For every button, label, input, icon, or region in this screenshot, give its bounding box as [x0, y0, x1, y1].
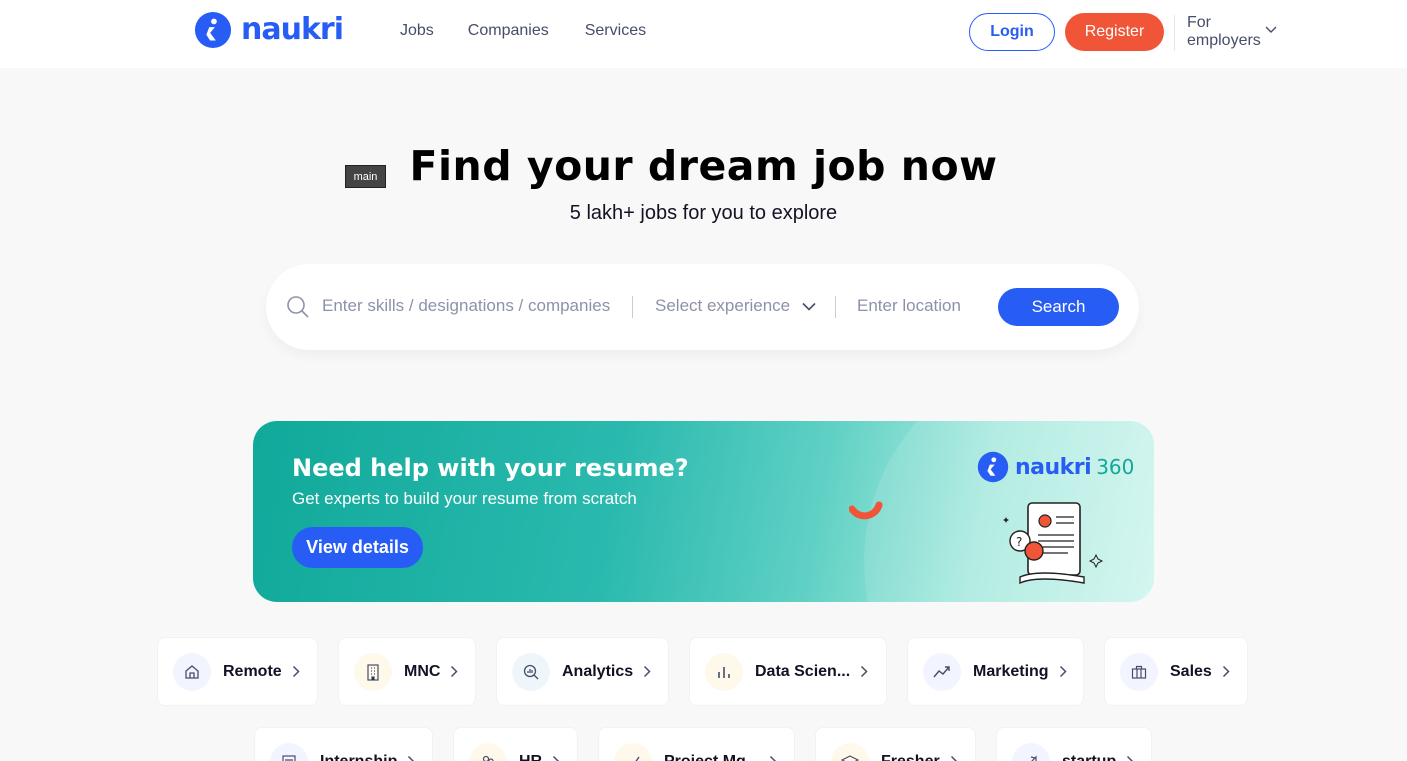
chevron-down-icon[interactable] [1265, 26, 1277, 34]
chip-label: Marketing [973, 662, 1049, 680]
trend-up-icon [923, 652, 961, 691]
svg-text:?: ? [1016, 535, 1022, 549]
naukri-logo-icon [194, 11, 232, 49]
naukri360-logo: naukri 360 [977, 451, 1134, 483]
document-icon [270, 742, 308, 761]
chip-label: Sales [1170, 662, 1212, 680]
category-chip-project-management[interactable]: Project Mg... [598, 727, 795, 761]
chip-label: Data Scien... [755, 662, 851, 680]
nav-jobs[interactable]: Jobs [400, 21, 434, 41]
banner-title: Need help with your resume? [292, 454, 689, 482]
check-icon [614, 742, 652, 761]
chevron-right-icon [292, 665, 300, 678]
logo-text: naukri [241, 12, 344, 47]
nav-services[interactable]: Services [585, 21, 646, 41]
page-subtitle: 5 lakh+ jobs for you to explore [569, 202, 838, 224]
experience-select[interactable]: Select experience [655, 296, 790, 316]
category-chip-fresher[interactable]: Fresher [815, 727, 976, 761]
category-chip-hr[interactable]: HR [453, 727, 578, 761]
search-icon [287, 296, 309, 318]
search-divider [835, 296, 836, 318]
view-details-button[interactable]: View details [292, 527, 423, 568]
naukri360-text: naukri [1015, 454, 1092, 480]
chip-label: Analytics [562, 662, 634, 680]
chevron-right-icon [408, 755, 415, 761]
category-chip-internship[interactable]: Internship [254, 727, 433, 761]
skills-search-input[interactable] [322, 294, 622, 318]
chevron-down-icon[interactable] [802, 302, 816, 311]
analytics-icon [512, 652, 550, 691]
register-button[interactable]: Register [1065, 13, 1164, 51]
search-divider [632, 296, 633, 318]
naukri-logo[interactable]: naukri [193, 11, 344, 49]
category-chip-sales[interactable]: Sales [1104, 637, 1248, 706]
for-employers-menu[interactable]: For employers [1187, 14, 1261, 50]
header-divider [1174, 15, 1175, 51]
naukri360-number: 360 [1096, 455, 1135, 479]
rocket-icon [1012, 742, 1050, 761]
main-nav: Jobs Companies Services [400, 21, 646, 41]
people-icon [469, 742, 507, 761]
category-chip-startup[interactable]: startup [996, 727, 1152, 761]
category-chip-marketing[interactable]: Marketing [907, 637, 1084, 706]
login-button[interactable]: Login [969, 13, 1055, 51]
chip-label: Project Mg... [664, 752, 760, 761]
bar-chart-icon [705, 652, 743, 691]
banner-subtitle: Get experts to build your resume from sc… [292, 489, 637, 508]
chevron-right-icon [1059, 665, 1067, 678]
chip-label: HR [519, 752, 543, 761]
category-chip-analytics[interactable]: Analytics [496, 637, 669, 706]
chevron-right-icon [861, 665, 868, 678]
chevron-right-icon [1127, 755, 1134, 761]
loading-arc-icon [849, 501, 883, 520]
naukri-logo-icon [977, 451, 1009, 483]
graduation-icon [831, 742, 869, 761]
page-title: Find your dream job now [409, 142, 998, 190]
chip-label: startup [1062, 752, 1117, 761]
chevron-right-icon [950, 755, 957, 761]
category-chip-mnc[interactable]: MNC [338, 637, 476, 706]
chevron-right-icon [451, 665, 458, 678]
search-button[interactable]: Search [998, 288, 1119, 326]
nav-companies[interactable]: Companies [468, 21, 549, 41]
category-chip-remote[interactable]: Remote [157, 637, 318, 706]
chip-label: Fresher [881, 752, 940, 761]
chevron-right-icon [644, 665, 651, 678]
chip-label: MNC [404, 662, 441, 680]
briefcase-icon [1120, 652, 1158, 691]
chip-label: Remote [223, 662, 282, 680]
chevron-right-icon [1222, 665, 1230, 678]
top-header: naukri Jobs Companies Services Login Reg… [0, 0, 1407, 68]
building-icon [354, 652, 392, 691]
home-icon [173, 652, 211, 691]
resume-illustration-icon: ? [1003, 502, 1104, 585]
resume-help-banner[interactable]: Need help with your resume? Get experts … [253, 421, 1154, 602]
chevron-right-icon [553, 755, 560, 761]
chip-label: Internship [320, 752, 398, 761]
category-chip-data-science[interactable]: Data Scien... [689, 637, 887, 706]
chevron-right-icon [770, 755, 777, 761]
location-input[interactable] [857, 294, 987, 318]
